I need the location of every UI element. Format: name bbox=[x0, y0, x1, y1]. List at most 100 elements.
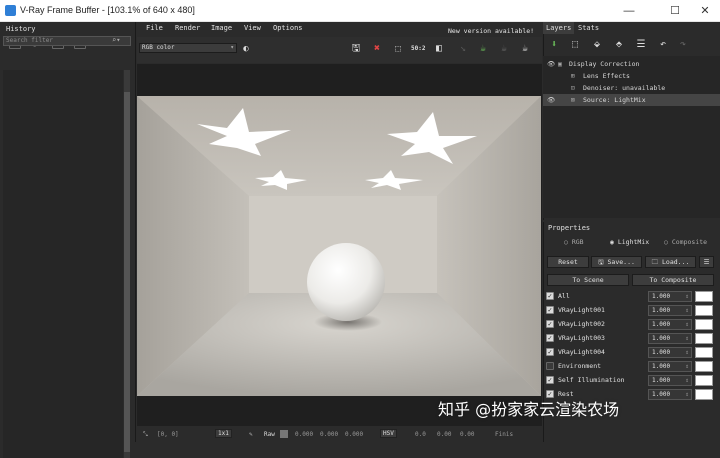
light-checkbox[interactable]: ✓ bbox=[546, 320, 554, 328]
eye-icon[interactable]: 👁 bbox=[547, 58, 555, 70]
light-intensity-input[interactable]: 1.000 ⇕ bbox=[648, 333, 692, 344]
save-layers-icon[interactable]: ⬙ bbox=[590, 38, 604, 51]
render-interactive-icon[interactable]: ☕ bbox=[476, 42, 490, 56]
light-color-swatch[interactable] bbox=[695, 333, 713, 344]
window-title: V-Ray Frame Buffer - [103.1% of 640 x 48… bbox=[20, 5, 195, 15]
light-intensity-value: 1.000 bbox=[652, 377, 671, 384]
raw-swatch bbox=[280, 430, 288, 438]
spinner-icon[interactable]: ⇕ bbox=[685, 376, 689, 385]
tab-stats[interactable]: Stats bbox=[575, 22, 602, 34]
light-intensity-input[interactable]: 1.000 ⇕ bbox=[648, 291, 692, 302]
light-checkbox[interactable] bbox=[546, 362, 554, 370]
eyedropper-icon[interactable]: ✎ bbox=[249, 431, 253, 438]
minimize-button[interactable]: — bbox=[614, 3, 644, 19]
history-list[interactable] bbox=[3, 70, 123, 458]
render-icon[interactable]: ☕ bbox=[518, 42, 532, 56]
ratio-select[interactable]: 1x1 bbox=[215, 429, 232, 438]
save-button[interactable]: 🖫 Save... bbox=[591, 256, 642, 268]
create-layer-icon[interactable]: ⬇ bbox=[547, 38, 561, 51]
color-picker-icon[interactable]: ◐ bbox=[239, 42, 253, 56]
layer-icon: ⊡ bbox=[571, 84, 575, 92]
to-composite-button[interactable]: To Composite bbox=[632, 274, 714, 286]
save-image-icon[interactable]: 🖫 bbox=[349, 42, 363, 56]
to-scene-button[interactable]: To Scene bbox=[547, 274, 629, 286]
stop-render-icon[interactable]: ☕ bbox=[497, 42, 511, 56]
light-intensity-input[interactable]: 1.000 ⇕ bbox=[648, 347, 692, 358]
compare-icon[interactable]: ◧ bbox=[432, 42, 446, 56]
light-checkbox[interactable]: ✓ bbox=[546, 292, 554, 300]
light-color-swatch[interactable] bbox=[695, 375, 713, 386]
lightmix-row[interactable]: ✓ VRayLight002 1.000 ⇕ bbox=[545, 318, 717, 331]
light-checkbox[interactable]: ✓ bbox=[546, 348, 554, 356]
lightmix-row[interactable]: ✓ All 1.000 ⇕ bbox=[545, 290, 717, 303]
maximize-button[interactable]: ☐ bbox=[660, 3, 690, 19]
layer-denoiser[interactable]: ⊡ Denoiser: unavailable bbox=[543, 82, 720, 94]
layer-icon: ⊠ bbox=[571, 96, 575, 104]
redo-icon[interactable]: ↷ bbox=[676, 38, 690, 51]
mode-rgb[interactable]: ○ RGB bbox=[564, 238, 584, 246]
delete-layer-icon[interactable]: ⬚ bbox=[568, 38, 582, 51]
clear-image-icon[interactable]: ✖ bbox=[370, 42, 384, 56]
spinner-icon[interactable]: ⇕ bbox=[685, 292, 689, 301]
color-space-select[interactable]: HSV bbox=[380, 429, 397, 438]
menu-file[interactable]: File bbox=[146, 24, 163, 32]
light-intensity-input[interactable]: 1.000 ⇕ bbox=[648, 375, 692, 386]
light-name: VRayLight004 bbox=[558, 348, 605, 356]
load-button[interactable]: 🗀 Load... bbox=[645, 256, 696, 268]
lightmix-row[interactable]: ✓ VRayLight003 1.000 ⇕ bbox=[545, 332, 717, 345]
lightmix-row[interactable]: ✓ VRayLight001 1.000 ⇕ bbox=[545, 304, 717, 317]
light-intensity-input[interactable]: 1.000 ⇕ bbox=[648, 361, 692, 372]
properties-header: Properties bbox=[548, 224, 591, 232]
menu-render[interactable]: Render bbox=[175, 24, 200, 32]
menu-list-button[interactable]: ☰ bbox=[699, 256, 714, 268]
light-color-swatch[interactable] bbox=[695, 347, 713, 358]
load-layers-icon[interactable]: ⬘ bbox=[612, 38, 626, 51]
track-icon[interactable]: ⤡ bbox=[143, 431, 148, 439]
spinner-icon[interactable]: ⇕ bbox=[685, 320, 689, 329]
light-color-swatch[interactable] bbox=[695, 361, 713, 372]
spinner-icon[interactable]: ⇕ bbox=[685, 306, 689, 315]
menu-view[interactable]: View bbox=[244, 24, 261, 32]
light-intensity-value: 1.000 bbox=[652, 335, 671, 342]
spinner-icon[interactable]: ⇕ bbox=[685, 334, 689, 343]
light-checkbox[interactable]: ✓ bbox=[546, 334, 554, 342]
region-render-icon[interactable]: ⬚ bbox=[391, 42, 405, 56]
layer-source-lightmix[interactable]: 👁 ⊠ Source: LightMix bbox=[543, 94, 720, 106]
pixel-coords: [0, 0] bbox=[157, 431, 179, 438]
light-checkbox[interactable]: ✓ bbox=[546, 306, 554, 314]
light-intensity-input[interactable]: 1.000 ⇕ bbox=[648, 305, 692, 316]
light-name: VRayLight001 bbox=[558, 306, 605, 314]
track-mouse-icon[interactable]: ↘ bbox=[456, 42, 470, 56]
history-panel: History ⊕ bbox=[0, 22, 136, 458]
tab-layers[interactable]: Layers bbox=[543, 22, 575, 34]
light-color-swatch[interactable] bbox=[695, 305, 713, 316]
light-intensity-value: 1.000 bbox=[652, 363, 671, 370]
mode-lightmix[interactable]: ◉ LightMix bbox=[610, 238, 649, 246]
reset-button[interactable]: Reset bbox=[547, 256, 589, 268]
close-button[interactable]: ✕ bbox=[690, 3, 720, 19]
menu-image[interactable]: Image bbox=[211, 24, 232, 32]
history-scroll-thumb[interactable] bbox=[124, 92, 130, 452]
new-version-notice[interactable]: New version available! bbox=[448, 27, 534, 35]
layer-presets-icon[interactable]: ☰ bbox=[634, 38, 648, 51]
undo-icon[interactable]: ↶ bbox=[656, 38, 670, 51]
eye-icon[interactable]: 👁 bbox=[547, 94, 555, 106]
spinner-icon[interactable]: ⇕ bbox=[685, 362, 689, 371]
lightmix-row[interactable]: ✓ Self Illumination 1.000 ⇕ bbox=[545, 374, 717, 387]
menu-options[interactable]: Options bbox=[273, 24, 303, 32]
layer-lens-effects[interactable]: ⊞ Lens Effects bbox=[543, 70, 720, 82]
light-color-swatch[interactable] bbox=[695, 319, 713, 330]
zoom-level-icon[interactable]: 50:2 bbox=[411, 42, 425, 56]
channel-select[interactable]: RGB color ▾ bbox=[139, 43, 237, 53]
mode-composite[interactable]: ○ Composite bbox=[664, 238, 707, 246]
lightmix-row[interactable]: ✓ VRayLight004 1.000 ⇕ bbox=[545, 346, 717, 359]
light-intensity-input[interactable]: 1.000 ⇕ bbox=[648, 319, 692, 330]
light-color-swatch[interactable] bbox=[695, 291, 713, 302]
spinner-icon[interactable]: ⇕ bbox=[685, 348, 689, 357]
lightmix-row[interactable]: Environment 1.000 ⇕ bbox=[545, 360, 717, 373]
layer-display-correction[interactable]: 👁 ▣ Display Correction bbox=[543, 58, 720, 70]
layer-label: Display Correction bbox=[569, 60, 640, 68]
light-checkbox[interactable]: ✓ bbox=[546, 376, 554, 384]
save-label: Save... bbox=[607, 258, 635, 266]
search-icon[interactable]: ⌕▾ bbox=[112, 36, 120, 44]
